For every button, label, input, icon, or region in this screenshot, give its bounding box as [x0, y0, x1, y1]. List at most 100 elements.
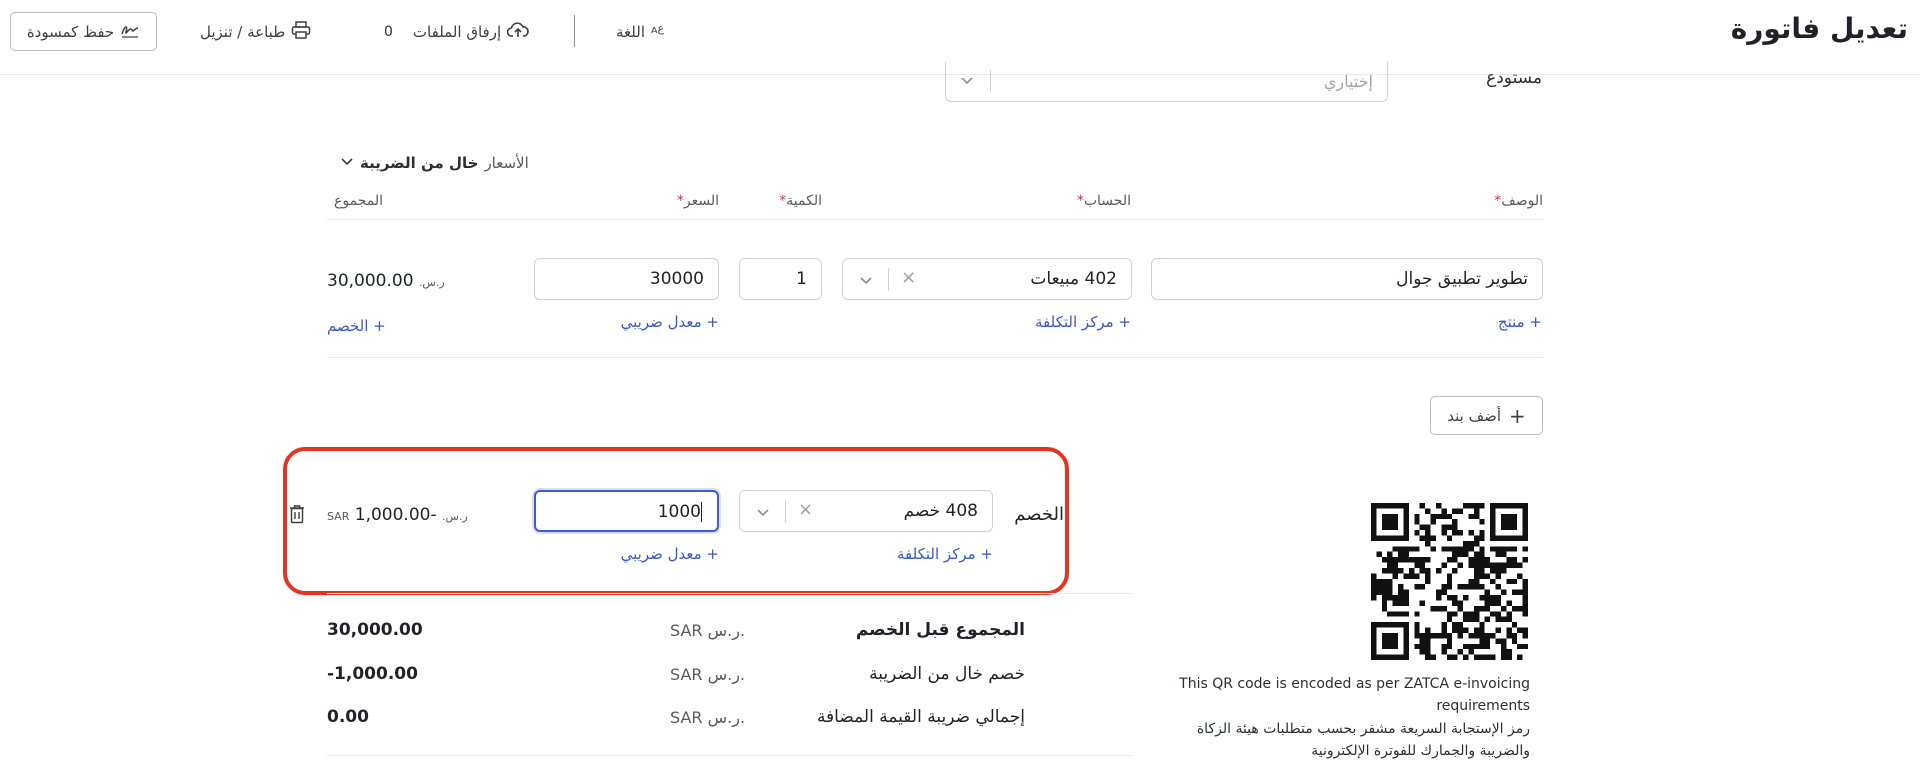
clear-icon[interactable]: × [901, 267, 916, 288]
qr-module [1441, 643, 1447, 650]
attach-files-button[interactable]: إرفاق الملفات 0 [384, 16, 529, 48]
qr-module [1511, 638, 1518, 644]
qr-module [1511, 589, 1518, 596]
qr-module [1463, 546, 1469, 552]
qr-module [1371, 530, 1377, 536]
qr-module [1387, 595, 1393, 601]
clear-icon[interactable]: × [798, 499, 813, 520]
qr-module [1463, 627, 1469, 633]
qr-module [1403, 524, 1409, 531]
qr-module [1441, 546, 1447, 552]
qr-module [1468, 578, 1474, 585]
discount-amount-input[interactable]: 1000 [534, 490, 719, 532]
qr-module [1484, 654, 1491, 660]
discount-account-select[interactable]: 408 خصم × [739, 490, 993, 532]
language-button[interactable]: ᴬع اللغة [616, 16, 664, 48]
qr-module [1506, 616, 1512, 623]
qr-module [1522, 557, 1528, 563]
qr-module [1463, 595, 1469, 601]
discount-add-cost-center-link[interactable]: + مركز التكلفة [897, 545, 993, 563]
qr-module [1446, 513, 1453, 520]
discount-add-tax-rate-link[interactable]: + معدل ضريبي [621, 545, 719, 563]
description-input[interactable]: تطوير تطبيق جوال [1151, 258, 1543, 300]
qr-module [1398, 567, 1404, 574]
add-cost-center-link[interactable]: + مركز التكلفة [1035, 313, 1131, 331]
qr-module [1511, 513, 1518, 520]
qr-module [1522, 524, 1528, 531]
qr-module [1506, 632, 1512, 639]
qr-module [1403, 535, 1409, 541]
qr-module [1490, 562, 1496, 568]
qr-module [1473, 616, 1480, 623]
qr-module [1381, 654, 1388, 660]
qr-module [1403, 519, 1409, 525]
qr-module [1403, 557, 1409, 563]
qr-module [1381, 557, 1388, 563]
discount-divider [327, 593, 1132, 594]
qr-module [1452, 524, 1458, 531]
qr-module [1403, 530, 1409, 536]
qr-module [1500, 638, 1507, 644]
language-icon: ᴬع [650, 22, 665, 42]
print-download-button[interactable]: طباعة / تنزيل [200, 16, 311, 48]
qr-module [1446, 535, 1453, 541]
trash-icon[interactable] [288, 504, 306, 528]
qr-module [1506, 503, 1512, 509]
qr-module [1457, 600, 1464, 606]
qr-module [1484, 600, 1491, 606]
qr-module [1522, 611, 1528, 617]
totals-value: 30,000.00 [327, 620, 423, 640]
add-line-button[interactable]: + أضف بند [1430, 396, 1543, 435]
qr-module [1446, 611, 1453, 617]
column-price: السعر* [676, 193, 719, 209]
qr-module [1473, 584, 1480, 590]
qr-module [1398, 551, 1404, 558]
qr-module [1506, 578, 1512, 585]
qr-module [1511, 546, 1518, 552]
qr-module [1371, 595, 1377, 601]
qr-module [1452, 508, 1458, 514]
qr-module [1479, 530, 1485, 536]
qr-module [1392, 600, 1399, 606]
qr-module [1387, 622, 1393, 628]
qr-module [1473, 611, 1480, 617]
qr-module [1468, 616, 1474, 623]
qr-module [1517, 605, 1523, 612]
qr-module [1371, 643, 1377, 650]
qr-module [1517, 535, 1523, 541]
price-mode-toggle[interactable]: الأسعار خال من الضريبة [340, 154, 529, 172]
qr-module [1490, 567, 1496, 574]
qr-module [1522, 508, 1528, 514]
qr-module [1425, 524, 1431, 531]
qr-module [1495, 503, 1501, 509]
price-input[interactable]: 30000 [534, 258, 719, 300]
quantity-input[interactable]: 1 [739, 258, 822, 300]
qr-module [1506, 519, 1512, 525]
qr-module [1511, 632, 1518, 639]
qr-module [1376, 503, 1382, 509]
qr-module [1457, 584, 1464, 590]
account-select[interactable]: 402 مبيعات × [842, 258, 1132, 300]
qr-module [1371, 622, 1377, 628]
save-draft-button[interactable]: حفظ كمسودة [10, 12, 157, 51]
add-product-link[interactable]: + منتج [1498, 313, 1542, 331]
qr-module [1446, 578, 1453, 585]
qr-module [1479, 622, 1485, 628]
qr-module [1473, 567, 1480, 574]
warehouse-select[interactable]: إختياري [945, 62, 1388, 102]
qr-module [1430, 535, 1436, 541]
qr-module [1387, 519, 1393, 525]
qr-module [1435, 605, 1442, 612]
qr-module [1522, 595, 1528, 601]
qr-module [1506, 649, 1512, 655]
qr-module [1425, 638, 1431, 644]
qr-module [1500, 589, 1507, 596]
qr-module [1473, 540, 1480, 547]
add-tax-rate-link[interactable]: + معدل ضريبي [621, 313, 719, 331]
qr-module [1468, 643, 1474, 650]
qr-module [1463, 611, 1469, 617]
qr-module [1457, 605, 1464, 612]
qr-module [1387, 589, 1393, 596]
add-discount-link[interactable]: + الخصم [327, 317, 386, 335]
qr-module [1463, 551, 1469, 558]
